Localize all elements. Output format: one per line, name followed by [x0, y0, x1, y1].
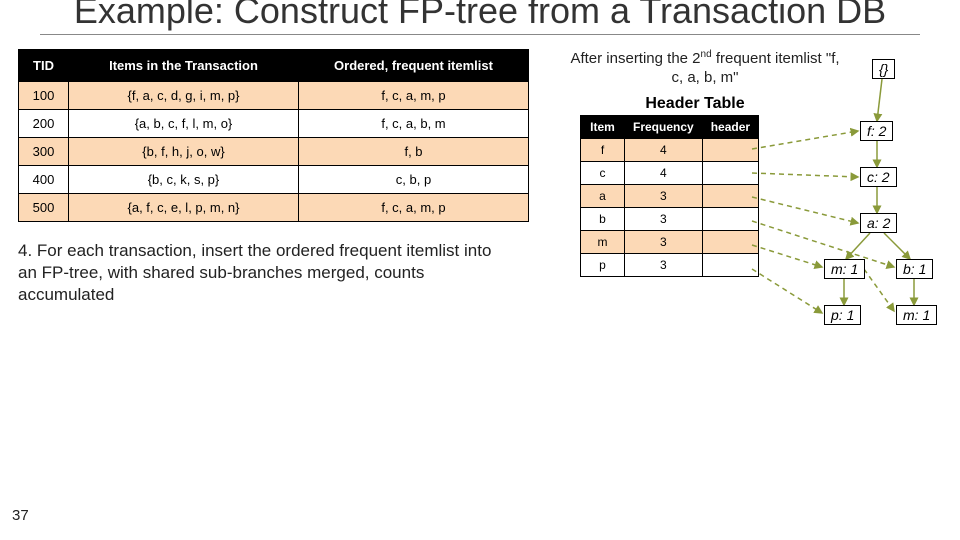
table-row: 300{b, f, h, j, o, w}f, b — [19, 137, 529, 165]
tree-node-a: a: 2 — [860, 213, 897, 233]
page-title: Example: Construct FP-tree from a Transa… — [0, 0, 960, 30]
page-number: 37 — [12, 507, 29, 524]
tree-node-m: m: 1 — [824, 259, 865, 279]
table-row: 100{f, a, c, d, g, i, m, p}f, c, a, m, p — [19, 81, 529, 109]
tree-node-c: c: 2 — [860, 167, 897, 187]
tree-node-p: p: 1 — [824, 305, 861, 325]
right-panel: After inserting the 2nd frequent itemlis… — [570, 49, 950, 278]
tx-header-ord: Ordered, frequent itemlist — [299, 49, 529, 81]
header-table-title: Header Table — [590, 95, 800, 113]
title-rule — [40, 34, 920, 35]
table-row: 200{a, b, c, f, l, m, o}f, c, a, b, m — [19, 109, 529, 137]
ht-header-freq: Frequency — [625, 116, 703, 139]
after-insert-caption: After inserting the 2nd frequent itemlis… — [570, 49, 840, 88]
table-row: f4 — [581, 139, 759, 162]
tree-node-b: b: 1 — [896, 259, 933, 279]
table-row: 400{b, c, k, s, p}c, b, p — [19, 165, 529, 193]
table-row: a3 — [581, 185, 759, 208]
tree-node-root: {} — [872, 59, 895, 79]
ht-header-head: header — [702, 116, 758, 139]
tree-node-f: f: 2 — [860, 121, 893, 141]
table-row: m3 — [581, 231, 759, 254]
tx-header-items: Items in the Transaction — [69, 49, 299, 81]
table-row: b3 — [581, 208, 759, 231]
step-description: 4. For each transaction, insert the orde… — [18, 240, 498, 306]
table-row: p3 — [581, 254, 759, 277]
ht-header-item: Item — [581, 116, 625, 139]
tx-header-tid: TID — [19, 49, 69, 81]
table-row: 500{a, f, c, e, l, p, m, n}f, c, a, m, p — [19, 193, 529, 221]
transaction-table: TID Items in the Transaction Ordered, fr… — [18, 49, 529, 222]
header-table: Item Frequency header f4 c4 a3 b3 m3 p3 — [580, 115, 759, 277]
tree-node-m2: m: 1 — [896, 305, 937, 325]
table-row: c4 — [581, 162, 759, 185]
